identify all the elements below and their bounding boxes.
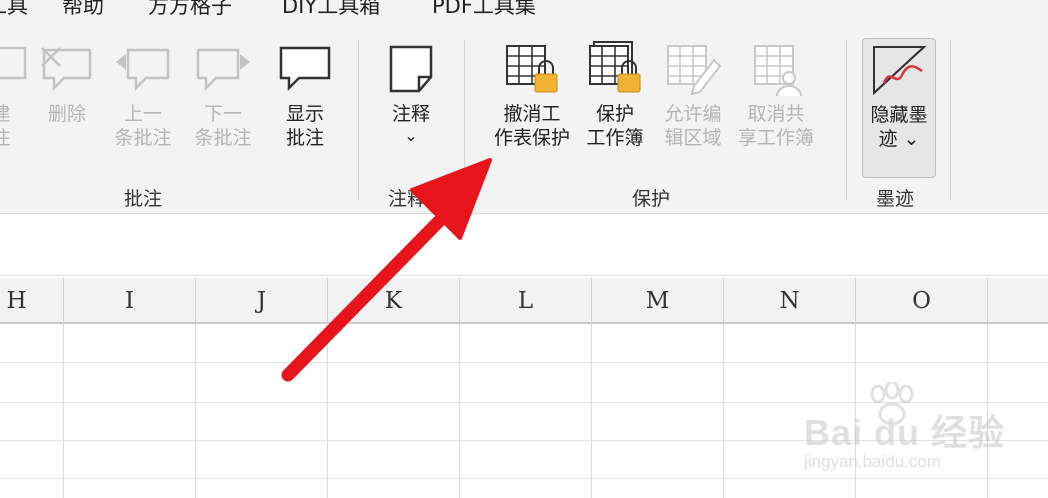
- show-comments-button[interactable]: 显示 批注: [274, 38, 336, 152]
- menu-item-tools[interactable]: 工具: [0, 0, 28, 20]
- allow-edit-ranges-label-2: 辑区域: [664, 127, 722, 149]
- ink-icon: [868, 39, 930, 101]
- next-comment-label-2: 条批注: [194, 127, 252, 149]
- column-header-l[interactable]: L: [460, 278, 592, 324]
- edit-ranges-icon: [662, 38, 724, 100]
- watermark-url: jingyan.baidu.com: [804, 452, 942, 471]
- comments-group-label: 批注: [124, 188, 163, 210]
- grid-line: [591, 324, 592, 498]
- menu-item-fangfanggezi[interactable]: 方方格子: [148, 0, 232, 20]
- notes-group-label: 注释: [388, 188, 427, 210]
- group-separator: [846, 40, 847, 200]
- show-comments-icon: [274, 38, 336, 100]
- delete-comment-label: 删除: [47, 103, 86, 125]
- notes-button[interactable]: 注释 ⌄: [380, 38, 442, 150]
- unshare-workbook-label-2: 享工作簿: [738, 127, 815, 149]
- new-comment-button[interactable]: 建 注: [0, 38, 32, 152]
- protect-workbook-icon: [584, 38, 646, 100]
- grid-line: [327, 324, 328, 498]
- group-separator: [358, 40, 359, 200]
- note-icon: [380, 38, 442, 100]
- unprotect-sheet-icon: [501, 38, 563, 100]
- next-comment-icon: [192, 38, 254, 100]
- grid-line: [0, 362, 1048, 363]
- unshare-workbook-button[interactable]: 取消共 享工作簿: [738, 38, 814, 152]
- column-headers: H I J K L M N O: [0, 278, 1048, 324]
- protect-group-label: 保护: [632, 188, 671, 210]
- menu-bar: 工具 帮助 方方格子 DIY工具箱 PDF工具集: [0, 0, 1048, 22]
- menu-item-diy-toolbox[interactable]: DIY工具箱: [282, 0, 380, 20]
- previous-comment-icon: [112, 38, 174, 100]
- new-comment-icon: [0, 38, 32, 100]
- menu-item-pdf-tools[interactable]: PDF工具集: [432, 0, 536, 20]
- previous-comment-label-2: 条批注: [114, 127, 172, 149]
- grid-line: [63, 324, 64, 498]
- column-header-n[interactable]: N: [724, 278, 856, 324]
- delete-comment-icon: [36, 38, 98, 100]
- unshare-workbook-icon: [745, 38, 807, 100]
- show-comments-label-2: 批注: [285, 127, 324, 149]
- new-comment-label-2: 注: [0, 127, 11, 149]
- protect-workbook-button[interactable]: 保护 工作簿: [584, 38, 646, 152]
- group-separator: [950, 40, 951, 200]
- column-header-h[interactable]: H: [0, 278, 64, 324]
- hide-ink-label-2: 迹 ⌄: [878, 128, 920, 150]
- protect-workbook-label-2: 工作簿: [586, 127, 644, 149]
- formula-bar-area: [0, 214, 1048, 276]
- column-header-i[interactable]: I: [64, 278, 196, 324]
- ink-group-label: 墨迹: [876, 188, 915, 210]
- watermark-brand: Bai du 经验: [804, 412, 1006, 453]
- next-comment-button[interactable]: 下一 条批注: [192, 38, 254, 152]
- baidu-jingyan-watermark: Bai du 经验 jingyan.baidu.com: [800, 382, 1010, 482]
- column-header-j[interactable]: J: [196, 278, 328, 324]
- grid-line: [723, 324, 724, 498]
- grid-line: [195, 324, 196, 498]
- grid-line: [459, 324, 460, 498]
- delete-comment-button[interactable]: 删除: [36, 38, 98, 128]
- column-header-k[interactable]: K: [328, 278, 460, 324]
- menu-item-help[interactable]: 帮助: [62, 0, 104, 20]
- hide-ink-button[interactable]: 隐藏墨 迹 ⌄: [862, 38, 936, 178]
- column-header-m[interactable]: M: [592, 278, 724, 324]
- unprotect-sheet-button[interactable]: 撤消工 作表保护: [494, 38, 570, 152]
- previous-comment-button[interactable]: 上一 条批注: [112, 38, 174, 152]
- ribbon: 建 注 删除 上一 条批注 下一 条批注 显示 批注 批注 注释 ⌄ 注释 撤消…: [0, 22, 1048, 214]
- chevron-down-icon: ⌄: [404, 126, 418, 145]
- allow-edit-ranges-button[interactable]: 允许编 辑区域: [662, 38, 724, 152]
- unprotect-sheet-label-2: 作表保护: [494, 127, 571, 149]
- group-separator: [464, 40, 465, 200]
- column-header-o[interactable]: O: [856, 278, 988, 324]
